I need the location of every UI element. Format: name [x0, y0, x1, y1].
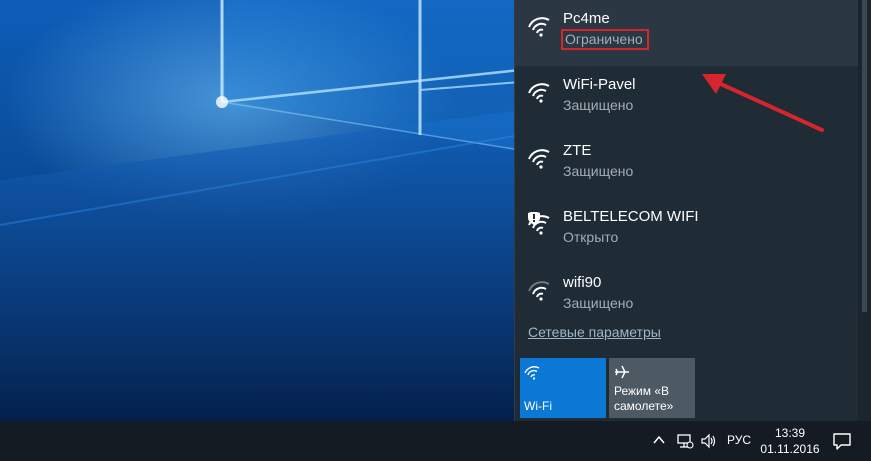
- airplane-icon: [615, 365, 629, 379]
- wifi-icon: [524, 366, 540, 380]
- wifi-open-shield-icon: [528, 212, 550, 235]
- network-item-beltelecom-wifi[interactable]: BELTELECOM WIFI Открыто: [515, 198, 859, 264]
- notification-center-icon[interactable]: [832, 432, 852, 450]
- wifi-weak-icon: [528, 281, 550, 301]
- network-status-icon[interactable]: [676, 432, 694, 450]
- network-name: Pc4me: [563, 10, 610, 27]
- wifi-toggle-tile[interactable]: Wi-Fi: [520, 358, 606, 418]
- wifi-icon: [528, 149, 550, 169]
- network-settings-link[interactable]: Сетевые параметры: [528, 324, 661, 340]
- annotation-arrow: [702, 74, 824, 132]
- airplane-tile-label: Режим «В самолете»: [614, 384, 673, 414]
- network-name: BELTELECOM WIFI: [563, 208, 699, 225]
- network-status: Защищено: [563, 97, 634, 113]
- wifi-icon: [528, 17, 550, 37]
- scrollbar-thumb[interactable]: [862, 0, 867, 312]
- network-item-zte[interactable]: ZTE Защищено: [515, 132, 859, 198]
- wifi-tile-label: Wi-Fi: [524, 399, 552, 413]
- network-status: Защищено: [563, 295, 634, 311]
- chevron-up-icon[interactable]: [652, 433, 666, 447]
- network-item-wifi90[interactable]: wifi90 Защищено: [515, 264, 859, 330]
- network-name: WiFi-Pavel: [563, 76, 636, 93]
- airplane-label-line1: Режим «В: [614, 384, 670, 398]
- airplane-label-line2: самолете»: [614, 399, 674, 413]
- taskbar: РУС 13:39 01.11.2016: [0, 421, 871, 461]
- network-status: Защищено: [563, 163, 634, 179]
- flyout-scrollbar[interactable]: [858, 0, 871, 421]
- network-status: Открыто: [563, 229, 619, 245]
- wifi-icon: [528, 83, 550, 103]
- clock-date: 01.11.2016: [760, 442, 820, 456]
- network-item-pc4me[interactable]: Pc4me Ограничено: [515, 0, 859, 66]
- language-indicator[interactable]: РУС: [727, 433, 751, 447]
- volume-icon[interactable]: [700, 433, 716, 449]
- clock[interactable]: 13:39 01.11.2016: [760, 425, 820, 457]
- network-status-limited: Ограничено: [561, 29, 649, 50]
- airplane-mode-tile[interactable]: Режим «В самолете»: [609, 358, 695, 418]
- network-name: ZTE: [563, 142, 592, 159]
- clock-time: 13:39: [774, 426, 806, 440]
- network-name: wifi90: [563, 274, 602, 291]
